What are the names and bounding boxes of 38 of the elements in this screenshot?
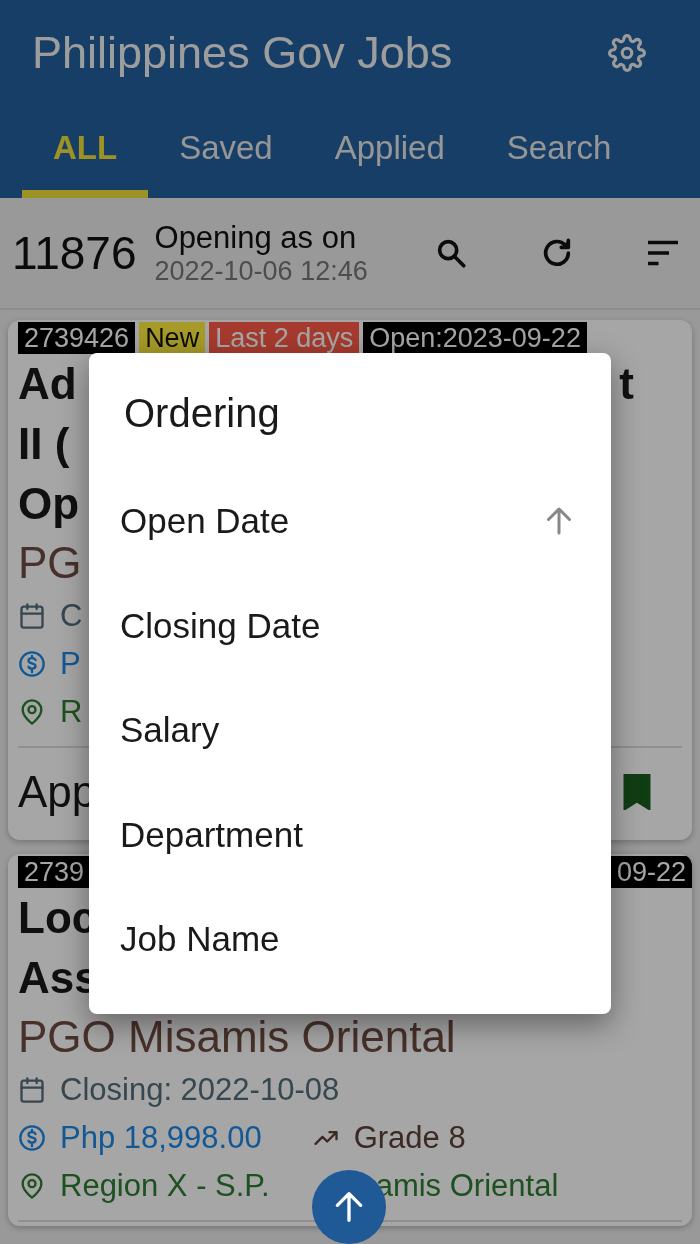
tag: 09-22: [610, 856, 692, 888]
tab[interactable]: Saved: [148, 105, 304, 198]
menu-item[interactable]: Job Name: [89, 887, 611, 992]
salary: P: [60, 646, 81, 682]
region: R: [60, 694, 83, 730]
timestamp: 2022-10-06 12:46: [154, 255, 369, 287]
tag: Open:2023-09-22: [363, 322, 587, 354]
bookmark-icon[interactable]: [622, 774, 652, 810]
region: Region X - S.P.: [60, 1168, 270, 1204]
tag: 2739426: [18, 322, 136, 354]
tag: 2739: [18, 856, 91, 888]
tab[interactable]: Applied: [303, 105, 476, 198]
menu-item[interactable]: Open Date: [89, 469, 611, 574]
opening-label: Opening as on: [154, 219, 358, 256]
closing-date: Closing: 2022-10-08: [60, 1072, 340, 1108]
settings-icon[interactable]: [608, 33, 646, 72]
closing-date: C: [60, 598, 83, 634]
job-title: II (: [18, 418, 70, 470]
department-name: PG: [17, 537, 83, 589]
menu-item[interactable]: Closing Date: [89, 573, 611, 678]
tab[interactable]: Search: [475, 105, 643, 198]
calendar-icon: [18, 602, 46, 630]
app-title: Philippines Gov Jobs: [32, 26, 453, 79]
calendar-icon: [18, 1076, 46, 1104]
dialog-title: Ordering: [123, 390, 281, 437]
dollar-icon: [18, 1124, 46, 1152]
dollar-icon: [18, 650, 46, 678]
tag: Last 2 days: [209, 322, 360, 354]
grade: Grade 8: [353, 1120, 466, 1156]
job-title: Op: [18, 478, 80, 530]
menu-item[interactable]: Salary: [89, 678, 611, 783]
job-title: Ad: [18, 358, 77, 410]
menu-item[interactable]: Department: [89, 782, 611, 887]
department-name: PGO Misamis Oriental: [17, 1011, 457, 1063]
job-title: t: [619, 358, 634, 410]
tag: New: [139, 322, 206, 354]
job-count: 11876: [12, 226, 137, 280]
salary: Php 18,998.00: [60, 1120, 262, 1156]
